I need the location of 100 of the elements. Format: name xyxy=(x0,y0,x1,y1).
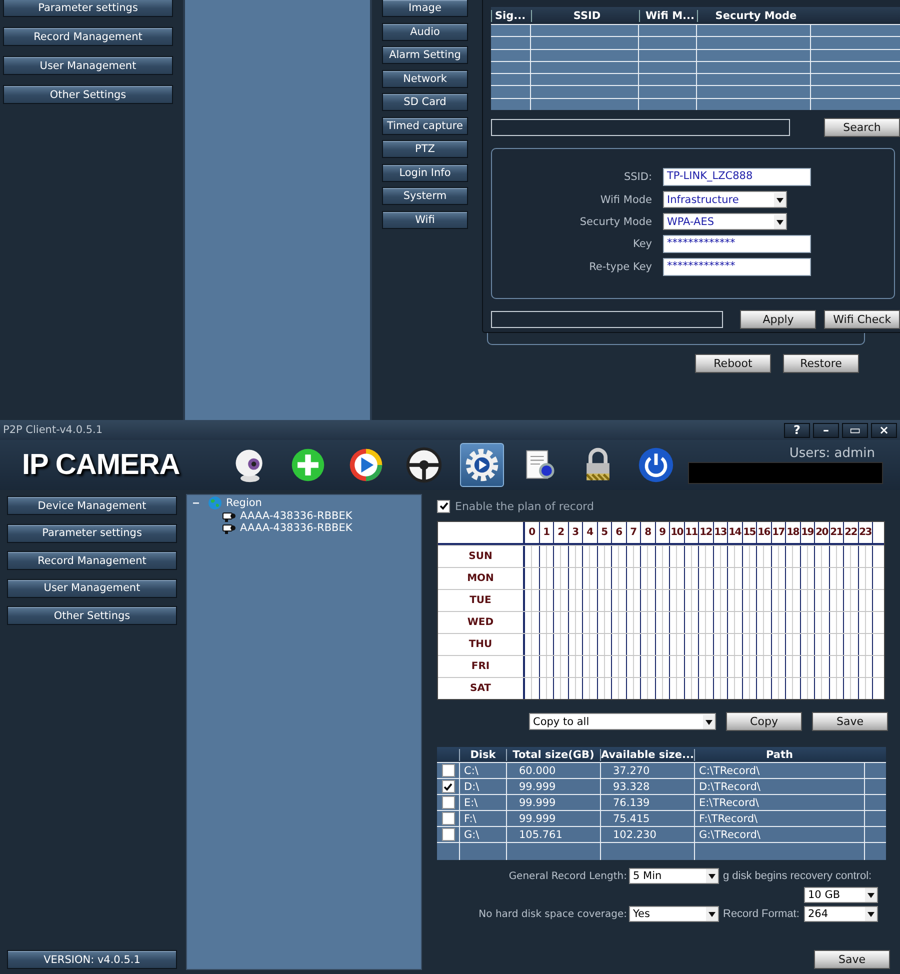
nav-button[interactable]: Parameter settings xyxy=(7,524,177,542)
add-icon xyxy=(289,446,327,484)
save-button[interactable]: Save xyxy=(812,712,888,731)
nav-button[interactable]: Other Settings xyxy=(7,606,177,625)
input-field[interactable]: TP-LINK_LZC888 xyxy=(663,168,811,186)
table-cell: F:\TRecord\ xyxy=(699,812,758,824)
select-field[interactable]: Infrastructure xyxy=(663,191,787,208)
nav-button[interactable]: Record Management xyxy=(3,27,173,46)
hour-label: 6 xyxy=(611,522,626,543)
table-cell: 102.230 xyxy=(613,828,656,840)
table-cell: 93.328 xyxy=(613,780,650,792)
window-control[interactable]: – xyxy=(813,422,839,438)
menu-button[interactable]: Image xyxy=(382,0,468,17)
globe-icon xyxy=(208,496,222,510)
column-header: Wifi M... xyxy=(639,10,697,22)
table-cell: E:\ xyxy=(464,796,478,808)
restore-button[interactable]: Restore xyxy=(783,354,859,373)
nav-button[interactable]: User Management xyxy=(7,578,177,598)
gear-icon xyxy=(463,446,501,484)
window-control[interactable]: × xyxy=(871,422,897,438)
nav-button[interactable]: Parameter settings xyxy=(3,0,173,17)
checkbox[interactable] xyxy=(442,828,454,841)
menu-button[interactable]: SD Card xyxy=(382,93,468,111)
tree-item[interactable]: Region xyxy=(226,497,262,510)
search-button[interactable]: Search xyxy=(824,118,900,138)
hour-label: 13 xyxy=(712,522,727,543)
nav-button[interactable]: Device Management xyxy=(7,496,177,515)
table-cell: 37.270 xyxy=(613,764,650,776)
apply-button[interactable]: Apply xyxy=(740,310,816,330)
logo: IP CAMERA xyxy=(22,448,181,482)
select-field[interactable]: WPA-AES xyxy=(663,213,787,230)
day-label: SAT xyxy=(438,678,524,699)
table-cell: E:\TRecord\ xyxy=(699,796,759,808)
input-field[interactable]: ************* xyxy=(663,235,811,254)
version-button[interactable]: VERSION: v4.0.5.1 xyxy=(7,950,177,969)
tree-item[interactable]: AAAA-438336-RBBEK xyxy=(240,510,352,522)
nav-button[interactable]: Record Management xyxy=(7,551,177,570)
toolbar-button[interactable] xyxy=(460,443,504,487)
menu-button[interactable]: Timed capture xyxy=(382,116,468,134)
select-field[interactable]: 5 Min xyxy=(629,868,719,884)
table-cell: F:\ xyxy=(464,812,476,824)
table-cell: 75.415 xyxy=(613,812,650,824)
table-cell: 76.139 xyxy=(613,796,650,808)
select-field[interactable]: Copy to all xyxy=(529,713,716,730)
hour-label: 16 xyxy=(756,522,770,543)
checkbox[interactable] xyxy=(442,796,454,809)
select-field[interactable]: 10 GB xyxy=(804,887,878,903)
column-header: Path xyxy=(694,748,864,760)
hour-label: 14 xyxy=(727,522,742,543)
caret-icon xyxy=(774,192,786,207)
day-label: FRI xyxy=(438,656,524,677)
camera-icon xyxy=(222,510,236,522)
window-control[interactable]: ? xyxy=(784,422,810,438)
checkbox[interactable] xyxy=(442,764,454,777)
window-control[interactable]: ▭ xyxy=(842,422,868,438)
check-icon xyxy=(438,501,448,511)
reboot-button[interactable]: Reboot xyxy=(695,354,771,373)
hour-label: 8 xyxy=(640,522,654,543)
nav-button[interactable]: Other Settings xyxy=(3,85,173,104)
menu-button[interactable]: Network xyxy=(382,70,468,88)
select-field[interactable]: 264 xyxy=(804,906,878,922)
hour-label: 9 xyxy=(654,522,669,543)
select-field[interactable]: Yes xyxy=(629,906,719,922)
checkbox[interactable] xyxy=(442,780,454,793)
caret-icon xyxy=(706,869,718,883)
hour-label: 23 xyxy=(858,522,872,543)
column-header: Sig... xyxy=(491,10,531,22)
table-cell: C:\ xyxy=(464,764,478,776)
hour-label: 21 xyxy=(828,522,843,543)
wheel-icon xyxy=(405,446,443,484)
field-label: Securty Mode xyxy=(578,216,652,228)
table-cell: 105.761 xyxy=(519,828,562,840)
menu-button[interactable]: Audio xyxy=(382,22,468,40)
checkbox[interactable] xyxy=(442,812,454,825)
wifi-check-button[interactable]: Wifi Check xyxy=(824,310,900,330)
camera-icon xyxy=(222,522,236,534)
menu-button[interactable]: PTZ xyxy=(382,140,468,158)
search-field[interactable] xyxy=(491,119,790,136)
hour-label: 19 xyxy=(800,522,814,543)
menu-button[interactable]: Login Info xyxy=(382,164,468,182)
hour-label: 7 xyxy=(626,522,640,543)
checkbox[interactable] xyxy=(437,500,450,512)
menu-button[interactable]: Wifi xyxy=(382,210,468,228)
save-button[interactable]: Save xyxy=(814,950,890,969)
input-field[interactable]: ************* xyxy=(663,258,811,276)
hour-label: 0 xyxy=(524,522,538,543)
tree-item[interactable]: AAAA-438336-RBBEK xyxy=(240,522,352,534)
copy-button[interactable]: Copy xyxy=(726,712,802,731)
menu-button[interactable]: Alarm Setting xyxy=(382,46,468,64)
menu-button[interactable]: Systerm xyxy=(382,187,468,205)
field-label: SSID: xyxy=(622,171,652,184)
hour-label: 20 xyxy=(814,522,828,543)
caret-icon xyxy=(706,907,718,921)
table-cell: D:\ xyxy=(464,780,480,792)
table-cell: 99.999 xyxy=(519,780,556,792)
day-label: SUN xyxy=(438,546,524,567)
column-header: SSID xyxy=(531,10,639,22)
hour-label: 10 xyxy=(669,522,684,543)
caret-icon xyxy=(774,214,786,229)
nav-button[interactable]: User Management xyxy=(3,56,173,75)
